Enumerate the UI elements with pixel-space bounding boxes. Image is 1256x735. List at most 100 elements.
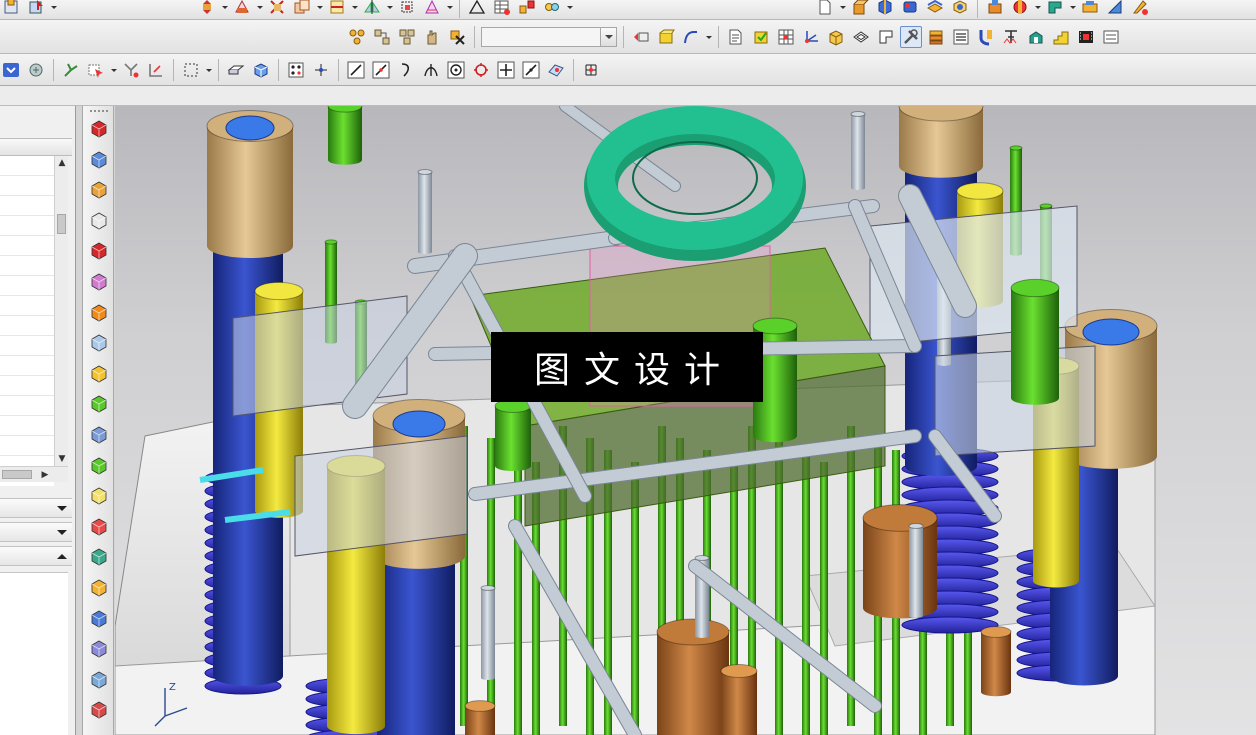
slash-icon[interactable] xyxy=(520,59,542,81)
paint-icon[interactable] xyxy=(1025,26,1047,48)
render-mode-icon[interactable] xyxy=(655,26,677,48)
scroll-right-icon[interactable]: ▶ xyxy=(38,468,52,482)
new-file-icon[interactable] xyxy=(814,0,836,18)
line-icon[interactable] xyxy=(345,59,367,81)
navigator-column-header[interactable] xyxy=(0,138,72,156)
sketch-dropdown[interactable] xyxy=(256,0,263,18)
circle-center-icon[interactable] xyxy=(445,59,467,81)
bend-icon[interactable] xyxy=(975,26,997,48)
film-icon[interactable] xyxy=(1075,26,1097,48)
explode-icon[interactable] xyxy=(516,0,538,18)
line-end-icon[interactable] xyxy=(370,59,392,81)
red-cube-icon[interactable] xyxy=(88,118,110,140)
layers-icon[interactable] xyxy=(88,363,110,385)
hand-icon[interactable] xyxy=(421,26,443,48)
navigator-horizontal-scrollbar[interactable]: ▶ xyxy=(0,466,68,482)
navigator-row[interactable] xyxy=(0,316,54,336)
constraint-nav-icon[interactable] xyxy=(88,179,110,201)
grid-icon[interactable] xyxy=(775,26,797,48)
chevron-down-icon[interactable] xyxy=(600,28,616,46)
render-dropdown[interactable] xyxy=(1069,0,1076,18)
move-dropdown[interactable] xyxy=(221,0,228,18)
text-icon[interactable] xyxy=(1000,26,1022,48)
grid-dot-icon[interactable] xyxy=(580,59,602,81)
triangle-icon[interactable] xyxy=(466,0,488,18)
red-block-icon[interactable] xyxy=(88,516,110,538)
orange-tray-icon[interactable] xyxy=(88,577,110,599)
navigator-section-preview[interactable] xyxy=(0,546,72,566)
feature-connect-icon[interactable] xyxy=(371,26,393,48)
render-icon[interactable] xyxy=(1079,0,1101,18)
navigator-row[interactable] xyxy=(0,276,54,296)
scale-icon[interactable] xyxy=(396,0,418,18)
box-select-icon[interactable] xyxy=(180,59,202,81)
render-icon[interactable] xyxy=(1129,0,1151,18)
detail-icon[interactable] xyxy=(725,26,747,48)
render-dropdown[interactable] xyxy=(1034,0,1041,18)
filter-icon[interactable] xyxy=(120,59,142,81)
constraint-dropdown[interactable] xyxy=(351,0,358,18)
star-point-icon[interactable] xyxy=(310,59,332,81)
layer-icon[interactable] xyxy=(750,26,772,48)
pink-surface-icon[interactable] xyxy=(88,271,110,293)
more-icon[interactable] xyxy=(1100,26,1122,48)
point-icon[interactable] xyxy=(285,59,307,81)
move-icon[interactable] xyxy=(25,0,47,18)
mold-wizard-icon[interactable] xyxy=(88,424,110,446)
base-icon[interactable] xyxy=(88,546,110,568)
render-icon[interactable] xyxy=(984,0,1006,18)
table-icon[interactable] xyxy=(491,0,513,18)
plus-point-icon[interactable] xyxy=(495,59,517,81)
chevron-up-icon[interactable] xyxy=(56,551,68,562)
navigator-row[interactable] xyxy=(0,196,54,216)
delete-feature-icon[interactable] xyxy=(446,26,468,48)
select-dropdown[interactable] xyxy=(110,59,117,81)
assembly-nav-icon[interactable] xyxy=(88,149,110,171)
box-outline-icon[interactable] xyxy=(88,485,110,507)
constraint-icon[interactable] xyxy=(326,0,348,18)
scroll-down-icon[interactable]: ▼ xyxy=(55,452,69,466)
graphics-viewport[interactable]: Z 图文设计 xyxy=(115,106,1256,735)
dropdown-arrow-icon[interactable] xyxy=(0,59,22,81)
navigator-row[interactable] xyxy=(0,416,54,436)
split-icon[interactable] xyxy=(875,26,897,48)
gear-cubes-icon[interactable] xyxy=(88,638,110,660)
navigator-row[interactable] xyxy=(0,176,54,196)
surface-icon[interactable] xyxy=(899,0,921,18)
sheet-metal-icon[interactable] xyxy=(924,0,946,18)
navigator-row[interactable] xyxy=(0,256,54,276)
snap-icon[interactable] xyxy=(60,59,82,81)
navigator-row[interactable] xyxy=(0,156,54,176)
navigator-row[interactable] xyxy=(0,216,54,236)
shaded-icon[interactable] xyxy=(225,59,247,81)
render-icon[interactable] xyxy=(1044,0,1066,18)
solid-icon[interactable] xyxy=(874,0,896,18)
navigator-row[interactable] xyxy=(0,356,54,376)
feature-group-icon[interactable] xyxy=(346,26,368,48)
link-icon[interactable] xyxy=(541,0,563,18)
navigator-row[interactable] xyxy=(0,436,54,456)
move-dropdown[interactable] xyxy=(50,0,57,18)
trim-icon[interactable] xyxy=(266,0,288,18)
stairs-icon[interactable] xyxy=(1050,26,1072,48)
scrollbar-thumb[interactable] xyxy=(2,470,32,479)
cube-icon[interactable] xyxy=(250,59,272,81)
check-icon[interactable] xyxy=(88,455,110,477)
blue-cubes-icon[interactable] xyxy=(88,608,110,630)
box-icon[interactable] xyxy=(825,26,847,48)
palette-icon[interactable] xyxy=(88,699,110,721)
copy-icon[interactable] xyxy=(291,0,313,18)
intersect-icon[interactable] xyxy=(420,59,442,81)
csys-icon[interactable] xyxy=(800,26,822,48)
curve-icon[interactable] xyxy=(680,26,702,48)
stack-icon[interactable] xyxy=(925,26,947,48)
red-solid-icon[interactable] xyxy=(88,240,110,262)
analysis-icon[interactable] xyxy=(88,669,110,691)
scroll-up-icon[interactable]: ▲ xyxy=(55,156,69,170)
assembly-icon[interactable] xyxy=(0,0,22,18)
view-cube-icon[interactable] xyxy=(630,26,652,48)
mold-assembly-model[interactable]: Z xyxy=(115,106,1256,735)
mirror-icon[interactable] xyxy=(361,0,383,18)
measure-dropdown[interactable] xyxy=(446,0,453,18)
sketch-icon[interactable] xyxy=(231,0,253,18)
